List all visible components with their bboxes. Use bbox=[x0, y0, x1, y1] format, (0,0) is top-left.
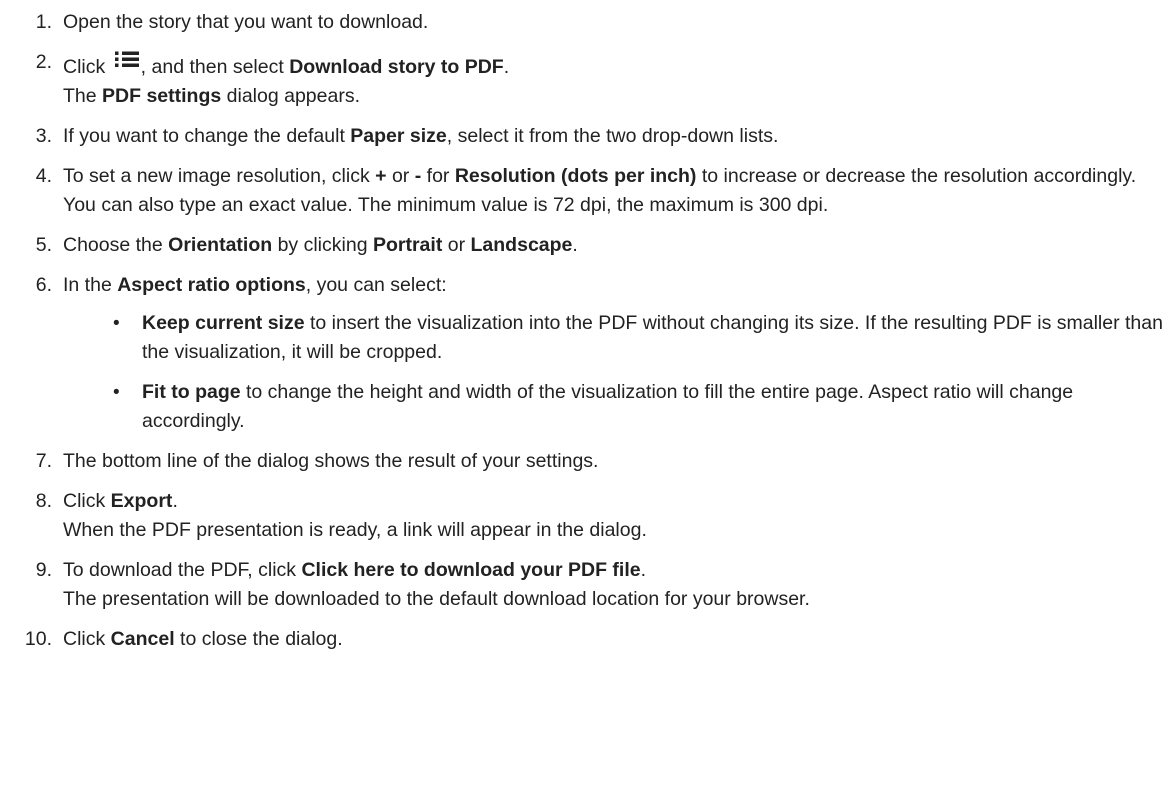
step-item: 2. Click , and then select Download story… bbox=[0, 48, 1174, 111]
ui-term-paper-size: Paper size bbox=[350, 125, 447, 147]
ui-term-aspect-ratio-options: Aspect ratio options bbox=[117, 274, 306, 296]
step-text: Click bbox=[63, 628, 111, 650]
bullet-marker: • bbox=[113, 382, 120, 403]
step-item: 8. Click Export. When the PDF presentation… bbox=[0, 487, 1174, 545]
step-text: or bbox=[386, 165, 415, 187]
step-text-line: The presentation will be downloaded to t… bbox=[63, 585, 1166, 614]
step-text-line: Keep current size to insert the visualiz… bbox=[142, 309, 1166, 367]
step-body: Click Cancel to close the dialog. bbox=[63, 625, 1166, 654]
step-number: 1. bbox=[35, 11, 52, 33]
step-item: 5. Choose the Orientation by clicking Por… bbox=[0, 231, 1174, 260]
step-body: If you want to change the default Paper … bbox=[63, 122, 1166, 151]
ui-term-portrait: Portrait bbox=[372, 234, 443, 256]
bullet-item: • Keep current size to insert the visuali… bbox=[63, 309, 1166, 367]
step-number: 10. bbox=[24, 628, 52, 650]
step-item: 6. In the Aspect ratio options, you can s… bbox=[0, 271, 1174, 436]
step-body: To download the PDF, click Click here to… bbox=[63, 556, 1166, 614]
ui-term-download-story-to-pdf: Download story to PDF bbox=[289, 56, 504, 78]
step-text: When the PDF presentation is ready, a li… bbox=[63, 519, 647, 541]
step-body: Open the story that you want to download… bbox=[63, 8, 1166, 37]
step-text: . bbox=[640, 559, 647, 581]
step-text-line: Click Cancel to close the dialog. bbox=[63, 625, 1166, 654]
step-text-line: The PDF settings dialog appears. bbox=[63, 82, 1166, 111]
step-body: Click Export. When the PDF presentation i… bbox=[63, 487, 1166, 545]
step-number: 3. bbox=[35, 125, 52, 147]
step-text: The bbox=[63, 85, 103, 107]
ui-term-export: Export bbox=[110, 490, 173, 512]
step-number: 7. bbox=[35, 450, 52, 472]
bullet-body: Keep current size to insert the visualiz… bbox=[142, 309, 1166, 367]
step-text: by clicking bbox=[272, 234, 373, 256]
step-text: If you want to change the default bbox=[63, 125, 351, 147]
step-text: To set a new image resolution, click bbox=[63, 165, 376, 187]
step-text-line: In the Aspect ratio options, you can sel… bbox=[63, 271, 1166, 300]
step-item: 10. Click Cancel to close the dialog. bbox=[0, 625, 1174, 654]
menu-list-icon bbox=[113, 48, 141, 74]
step-body: The bottom line of the dialog shows the … bbox=[63, 447, 1166, 476]
ui-term-orientation: Orientation bbox=[168, 234, 273, 256]
step-number: 2. bbox=[35, 51, 52, 73]
step-body: In the Aspect ratio options, you can sel… bbox=[63, 271, 1166, 300]
step-text: , select it from the two drop-down lists… bbox=[446, 125, 779, 147]
step-text-line: Click , and then select Download story t… bbox=[63, 48, 1166, 82]
step-text: The bottom line of the dialog shows the … bbox=[63, 450, 599, 472]
ui-term-cancel: Cancel bbox=[110, 628, 175, 650]
step-body: Choose the Orientation by clicking Portr… bbox=[63, 231, 1166, 260]
step-text-line: Open the story that you want to download… bbox=[63, 8, 1166, 37]
ui-term-: + bbox=[375, 165, 387, 187]
step-text-line: Choose the Orientation by clicking Portr… bbox=[63, 231, 1166, 260]
ui-term-landscape: Landscape bbox=[470, 234, 573, 256]
step-text-line: To set a new image resolution, click + o… bbox=[63, 162, 1166, 220]
ui-term-click-here-to-download-your-pdf-file: Click here to download your PDF file bbox=[301, 559, 641, 581]
step-item: 1. Open the story that you want to downlo… bbox=[0, 8, 1174, 37]
step-text-line: If you want to change the default Paper … bbox=[63, 122, 1166, 151]
step-body: Click , and then select Download story t… bbox=[63, 48, 1166, 111]
step-text-line: To download the PDF, click Click here to… bbox=[63, 556, 1166, 585]
bullet-marker: • bbox=[113, 313, 120, 334]
step-text: , you can select: bbox=[305, 274, 447, 296]
bullet-body: Fit to page to change the height and wid… bbox=[142, 378, 1166, 436]
step-number: 8. bbox=[35, 490, 52, 512]
step-text: . bbox=[572, 234, 578, 256]
aspect-ratio-options-list: • Keep current size to insert the visuali… bbox=[63, 309, 1166, 436]
step-number: 4. bbox=[35, 165, 52, 187]
step-text: Click bbox=[63, 56, 111, 78]
step-number: 6. bbox=[35, 274, 52, 296]
step-number: 9. bbox=[35, 559, 52, 581]
step-text: . bbox=[172, 490, 178, 512]
step-text-line: The bottom line of the dialog shows the … bbox=[63, 447, 1166, 476]
ui-term-pdf-settings: PDF settings bbox=[102, 85, 222, 107]
ui-term-fit-to-page: Fit to page bbox=[142, 381, 241, 403]
procedure-steps-list: 1. Open the story that you want to downlo… bbox=[0, 8, 1174, 665]
step-item: 9. To download the PDF, click Click here … bbox=[0, 556, 1174, 614]
step-text: To download the PDF, click bbox=[63, 559, 302, 581]
step-text-line: Click Export. bbox=[63, 487, 1166, 516]
step-text-line: Fit to page to change the height and wid… bbox=[142, 378, 1166, 436]
step-text: or bbox=[442, 234, 471, 256]
step-item: 7. The bottom line of the dialog shows th… bbox=[0, 447, 1174, 476]
step-text: The presentation will be downloaded to t… bbox=[63, 588, 810, 610]
step-text: Click bbox=[63, 490, 111, 512]
step-text: for bbox=[421, 165, 455, 187]
step-item: 3. If you want to change the default Pape… bbox=[0, 122, 1174, 151]
step-text: to close the dialog. bbox=[174, 628, 343, 650]
step-text: Open the story that you want to download… bbox=[63, 11, 429, 33]
step-text: , and then select bbox=[140, 56, 290, 78]
bullet-item: • Fit to page to change the height and wi… bbox=[63, 378, 1166, 436]
step-text: . bbox=[503, 56, 510, 78]
step-text-line: When the PDF presentation is ready, a li… bbox=[63, 516, 1166, 545]
step-text: In the bbox=[63, 274, 118, 296]
step-text: Choose the bbox=[63, 234, 169, 256]
ui-term-keep-current-size: Keep current size bbox=[142, 312, 305, 334]
step-body: To set a new image resolution, click + o… bbox=[63, 162, 1166, 220]
step-number: 5. bbox=[35, 234, 52, 256]
ui-term-resolution-dots-per-inch: Resolution (dots per inch) bbox=[454, 165, 697, 187]
step-item: 4. To set a new image resolution, click +… bbox=[0, 162, 1174, 220]
step-text: dialog appears. bbox=[221, 85, 360, 107]
step-text: to change the height and width of the vi… bbox=[142, 381, 1074, 432]
